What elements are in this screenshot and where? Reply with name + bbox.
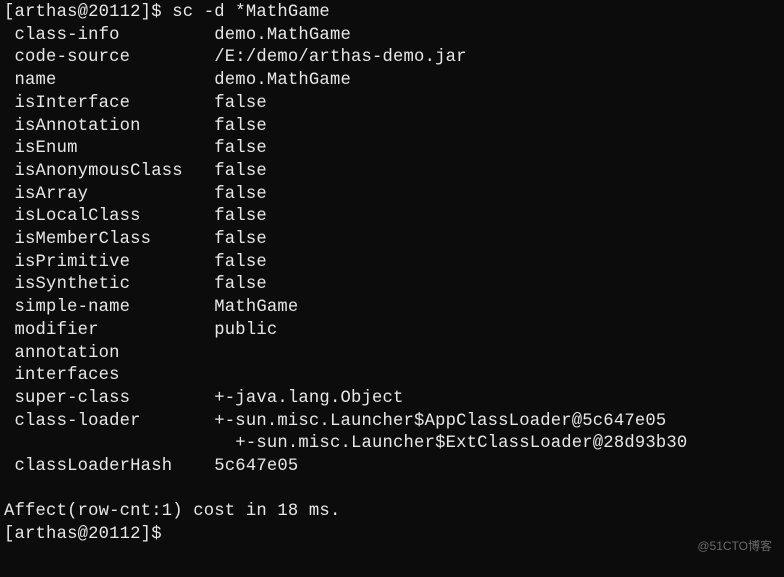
output-row: classLoaderHash 5c647e05 — [4, 456, 780, 479]
output-row: isMemberClass false — [4, 229, 780, 252]
output-row: isEnum false — [4, 138, 780, 161]
output-row: isSynthetic false — [4, 274, 780, 297]
output-row: class-loader +-sun.misc.Launcher$AppClas… — [4, 411, 780, 434]
output-row: class-info demo.MathGame — [4, 25, 780, 48]
output-table: class-info demo.MathGame code-source /E:… — [4, 25, 780, 479]
output-row: super-class +-java.lang.Object — [4, 388, 780, 411]
output-row: simple-name MathGame — [4, 297, 780, 320]
prompt-line-1[interactable]: [arthas@20112]$ sc -d *MathGame — [4, 2, 780, 25]
output-row: interfaces — [4, 365, 780, 388]
output-row: isArray false — [4, 184, 780, 207]
output-row: isAnnotation false — [4, 116, 780, 139]
output-row: annotation — [4, 343, 780, 366]
output-row: modifier public — [4, 320, 780, 343]
prompt-line-2[interactable]: [arthas@20112]$ — [4, 524, 780, 547]
output-row: isAnonymousClass false — [4, 161, 780, 184]
output-row: isInterface false — [4, 93, 780, 116]
output-row: name demo.MathGame — [4, 70, 780, 93]
affect-line: Affect(row-cnt:1) cost in 18 ms. — [4, 501, 780, 524]
watermark-text: @51CTO博客 — [697, 539, 772, 555]
output-row: +-sun.misc.Launcher$ExtClassLoader@28d93… — [4, 433, 780, 456]
output-row: isLocalClass false — [4, 206, 780, 229]
output-row: isPrimitive false — [4, 252, 780, 275]
prompt-text: [arthas@20112]$ — [4, 525, 162, 544]
prompt-text: [arthas@20112]$ sc -d *MathGame — [4, 3, 330, 22]
blank-line — [4, 479, 780, 502]
output-row: code-source /E:/demo/arthas-demo.jar — [4, 47, 780, 70]
